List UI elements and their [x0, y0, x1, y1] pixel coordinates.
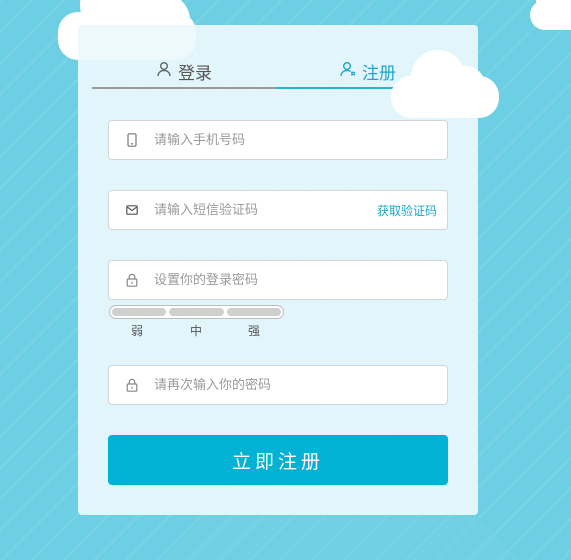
strength-segment-strong — [226, 308, 281, 316]
strength-label-medium: 中 — [190, 324, 203, 338]
cloud-card-right — [391, 50, 499, 120]
strength-labels: 弱 中 强 — [109, 322, 284, 338]
phone-input[interactable] — [154, 132, 447, 148]
mobile-phone-icon — [124, 132, 140, 148]
get-code-button[interactable]: 获取验证码 — [377, 202, 437, 219]
user-add-icon — [340, 61, 356, 82]
confirm-password-field — [108, 365, 448, 405]
password-strength-meter — [109, 305, 284, 319]
sms-code-field: 获取验证码 — [108, 190, 448, 230]
strength-label-weak: 弱 — [131, 324, 144, 338]
user-icon — [156, 61, 172, 82]
register-submit-button[interactable]: 立即注册 — [108, 435, 448, 485]
lock-icon — [124, 272, 140, 288]
password-field — [108, 260, 448, 300]
sms-code-input[interactable] — [154, 202, 377, 218]
phone-field — [108, 120, 448, 160]
tab-login[interactable]: 登录 — [92, 55, 276, 89]
strength-label-strong: 强 — [248, 324, 261, 338]
strength-segment-medium — [169, 308, 224, 316]
cloud-top-right — [530, 0, 571, 32]
envelope-icon — [124, 202, 140, 218]
password-input[interactable] — [154, 272, 447, 288]
lock-icon — [124, 377, 140, 393]
strength-segment-weak — [112, 308, 167, 316]
tab-login-label: 登录 — [178, 63, 212, 84]
confirm-password-input[interactable] — [154, 377, 447, 393]
